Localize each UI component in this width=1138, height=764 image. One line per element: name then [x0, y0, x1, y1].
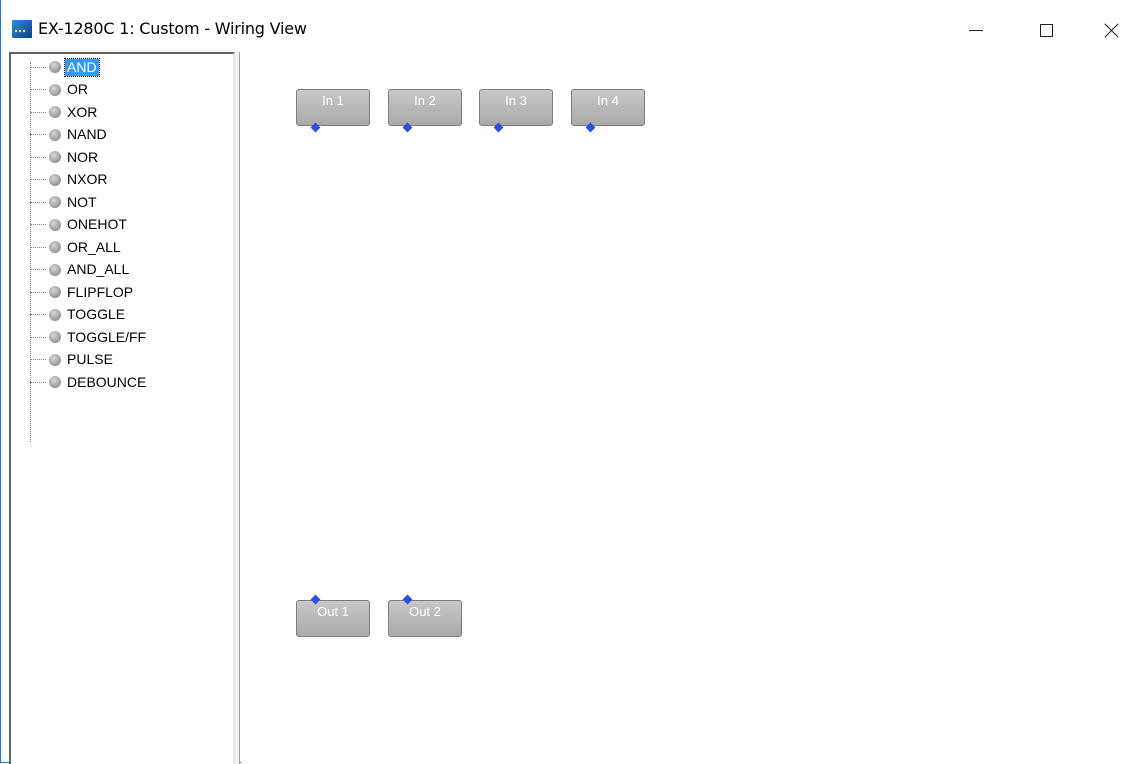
tree-branch-line: [30, 314, 46, 315]
tree-item-label: XOR: [67, 103, 98, 120]
tree-item-debounce[interactable]: DEBOUNCE: [30, 371, 148, 393]
gray-circle-icon: [49, 83, 61, 96]
input-node-label: In 4: [597, 93, 619, 108]
tree-branch-line: [30, 156, 46, 158]
tree-branch-line: [30, 179, 46, 180]
panel-splitter[interactable]: [235, 52, 240, 764]
tree-branch-line: [30, 359, 46, 360]
tree-branch-line: [30, 269, 46, 270]
gray-circle-icon: [49, 376, 61, 388]
output-node-label: Out 2: [409, 604, 441, 619]
tree-item-label: AND: [64, 57, 100, 77]
gray-circle-icon: [49, 218, 61, 231]
gray-circle-icon: [49, 128, 61, 141]
input-pin-icon[interactable]: [402, 594, 413, 605]
logic-block-tree[interactable]: AND OR XOR NAND NOR NXOR NOT ONEHOT OR_ALL AND_AL…: [9, 52, 235, 764]
tree-item-label: OR_ALL: [67, 238, 121, 255]
tree-branch-line: [30, 66, 46, 68]
tree-item-label: TOGGLE: [67, 306, 126, 322]
input-node-in-1[interactable]: In 1: [296, 89, 370, 133]
tree-item-toggle[interactable]: TOGGLE: [30, 304, 127, 326]
tree-item-label: FLIPFLOP: [67, 283, 134, 300]
tree-item-label: OR: [67, 81, 88, 97]
wiring-canvas[interactable]: In 1 In 2 In 3 In 4 Out 1 Out 2: [241, 52, 1138, 764]
tree-item-and[interactable]: AND: [30, 56, 100, 78]
tree-item-and-all[interactable]: AND_ALL: [30, 259, 131, 281]
tree-branch-line: [30, 134, 46, 135]
tree-item-xor[interactable]: XOR: [30, 101, 99, 123]
input-node-in-2[interactable]: In 2: [388, 89, 462, 133]
app-icon: [12, 20, 32, 38]
tree-item-label: DEBOUNCE: [67, 373, 147, 390]
minimize-button[interactable]: [953, 8, 999, 52]
output-pin-icon[interactable]: [493, 122, 504, 133]
input-node-in-4[interactable]: In 4: [571, 89, 645, 133]
tree-item-nor[interactable]: NOR: [30, 146, 100, 168]
tree-item-nand[interactable]: NAND: [30, 124, 109, 146]
title-bar[interactable]: EX-1280C 1: Custom - Wiring View: [1, 0, 1138, 60]
tree-item-flipflop[interactable]: FLIPFLOP: [30, 281, 135, 303]
gray-circle-icon: [49, 241, 61, 253]
tree-item-label: NAND: [67, 126, 107, 142]
tree-item-pulse[interactable]: PULSE: [30, 349, 115, 371]
wiring-view-window: EX-1280C 1: Custom - Wiring View AND OR XO…: [0, 0, 1138, 764]
gray-circle-icon: [49, 263, 61, 276]
gray-circle-icon: [49, 106, 61, 118]
gray-circle-icon: [49, 353, 61, 366]
output-pin-icon[interactable]: [585, 122, 596, 133]
input-pin-icon[interactable]: [310, 594, 321, 605]
tree-item-label: NOT: [67, 193, 97, 210]
maximize-icon: [1039, 23, 1053, 37]
tree-branch-line: [30, 224, 46, 225]
output-node-label: Out 1: [317, 604, 349, 619]
gray-circle-icon: [49, 331, 61, 343]
tree-item-label: NXOR: [67, 171, 108, 187]
window-title: EX-1280C 1: Custom - Wiring View: [38, 19, 307, 38]
tree-item-label: PULSE: [67, 351, 113, 367]
tree-branch-line: [30, 291, 46, 293]
output-pin-icon[interactable]: [310, 122, 321, 133]
gray-circle-icon: [49, 151, 61, 163]
gray-circle-icon: [49, 61, 61, 73]
output-node-out-2[interactable]: Out 2: [388, 594, 462, 637]
tree-item-label: ONEHOT: [67, 216, 127, 232]
tree-item-toggle-ff[interactable]: TOGGLE/FF: [30, 326, 148, 348]
tree-branch-line: [30, 381, 46, 383]
input-node-in-3[interactable]: In 3: [479, 89, 553, 133]
tree-branch-line: [30, 89, 46, 90]
tree-branch-line: [30, 246, 46, 248]
output-pin-icon[interactable]: [402, 122, 413, 133]
gray-circle-icon: [49, 196, 61, 208]
input-node-label: In 3: [505, 93, 527, 108]
tree-item-not[interactable]: NOT: [30, 191, 99, 213]
input-node-label: In 1: [322, 93, 344, 108]
tree-item-nxor[interactable]: NXOR: [30, 169, 109, 191]
tree-branch-line: [30, 111, 46, 113]
minimize-icon: [969, 29, 983, 31]
gray-circle-icon: [49, 286, 61, 298]
tree-item-onehot[interactable]: ONEHOT: [30, 214, 129, 236]
tree-item-or[interactable]: OR: [30, 79, 90, 101]
close-icon: [1104, 23, 1119, 38]
tree-branch-line: [30, 336, 46, 338]
tree-branch-line: [30, 201, 46, 203]
input-node-label: In 2: [414, 93, 436, 108]
tree-item-or-all[interactable]: OR_ALL: [30, 236, 123, 258]
gray-circle-icon: [49, 308, 61, 321]
gray-circle-icon: [49, 173, 61, 186]
tree-item-label: NOR: [67, 148, 99, 165]
tree-item-label: AND_ALL: [67, 261, 130, 277]
output-node-out-1[interactable]: Out 1: [296, 594, 370, 637]
tree-item-label: TOGGLE/FF: [67, 328, 147, 345]
close-button[interactable]: [1088, 8, 1134, 52]
maximize-button[interactable]: [1023, 8, 1069, 52]
